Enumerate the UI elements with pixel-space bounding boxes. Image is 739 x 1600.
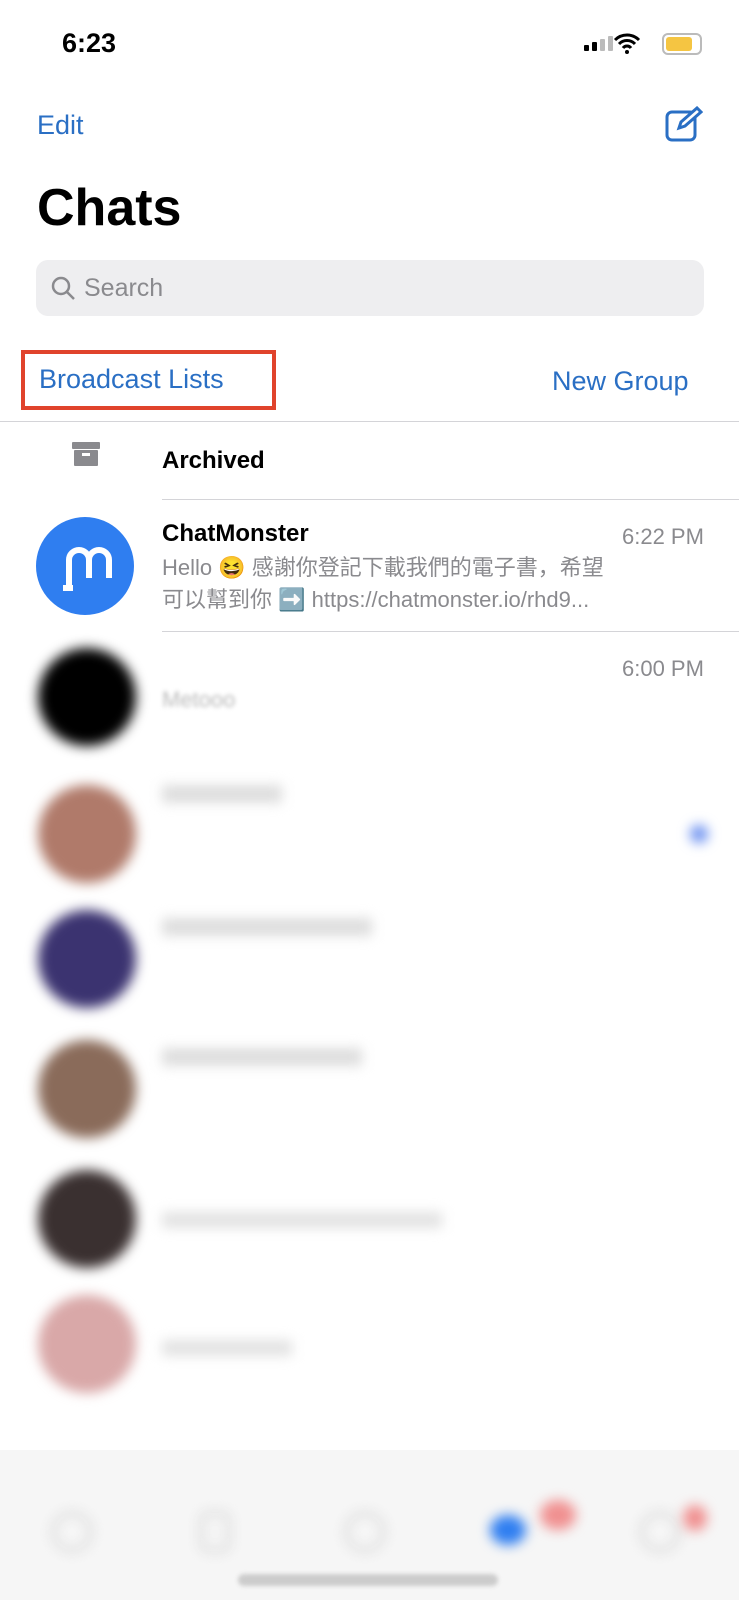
calls-tab-icon[interactable]: [200, 1512, 230, 1552]
search-input[interactable]: Search: [36, 260, 704, 316]
search-placeholder: Search: [84, 273, 164, 302]
chats-badge: [540, 1500, 576, 1530]
settings-badge: [683, 1505, 707, 1531]
chat-time: 6:22 PM: [622, 524, 704, 549]
avatar: [38, 648, 136, 746]
chatmonster-logo-icon: [63, 547, 112, 591]
blurred-text: [162, 1048, 362, 1066]
status-tab-icon[interactable]: [52, 1512, 92, 1552]
divider: [162, 499, 739, 500]
chat-preview-line1: Hello 😆 感謝你登記下載我們的電子書，希望: [162, 555, 604, 580]
avatar: [38, 910, 136, 1008]
tab-bar: [0, 1450, 739, 1600]
settings-tab-icon[interactable]: [640, 1512, 680, 1552]
search-icon: [51, 276, 75, 300]
avatar: [38, 1170, 136, 1268]
divider: [0, 421, 739, 422]
chat-preview: Metooo: [162, 687, 236, 712]
compose-icon[interactable]: [665, 106, 703, 144]
page-title: Chats: [37, 179, 182, 237]
avatar: [36, 517, 134, 615]
blurred-text: [162, 785, 282, 803]
chat-time: 6:00 PM: [622, 656, 704, 681]
camera-tab-icon[interactable]: [345, 1512, 385, 1552]
avatar: [38, 1040, 136, 1138]
status-time: 6:23: [62, 28, 117, 58]
archive-icon: [72, 442, 100, 466]
avatar: [38, 1295, 136, 1393]
chat-name: ChatMonster: [162, 520, 309, 547]
broadcast-lists-link[interactable]: Broadcast Lists: [21, 350, 276, 410]
blurred-text: [162, 918, 372, 936]
new-group-link[interactable]: New Group: [552, 366, 689, 397]
avatar: [38, 785, 136, 883]
edit-button[interactable]: Edit: [37, 110, 84, 141]
divider: [162, 631, 739, 632]
blurred-text: [162, 1340, 292, 1356]
blurred-text: [162, 1212, 442, 1228]
home-indicator: [238, 1574, 498, 1586]
unread-badge: [690, 825, 708, 843]
battery-icon: [662, 33, 702, 55]
archived-label: Archived: [162, 447, 265, 474]
chats-tab-icon[interactable]: [490, 1515, 526, 1545]
chat-preview-line2: 可以幫到你 ➡️ https://chatmonster.io/rhd9...: [162, 587, 590, 612]
wifi-icon: [613, 33, 641, 54]
signal-icon: [584, 36, 613, 51]
